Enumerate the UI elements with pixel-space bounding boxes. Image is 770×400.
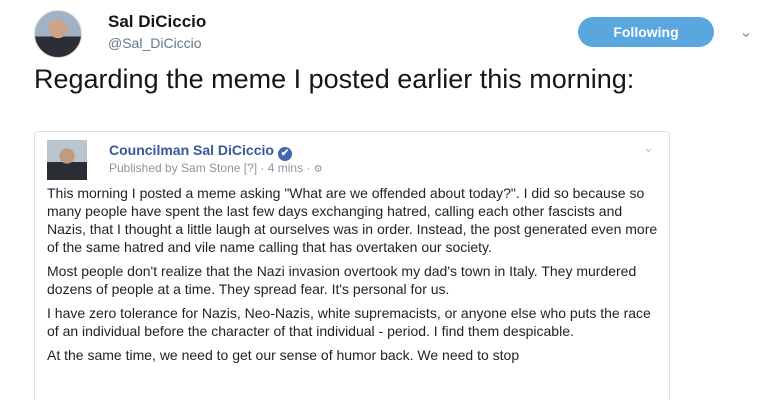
- user-name[interactable]: Sal DiCiccio: [108, 12, 206, 32]
- verified-badge-icon: ✔: [277, 147, 292, 161]
- user-handle[interactable]: @Sal_DiCiccio: [108, 35, 202, 51]
- tweet-text: Regarding the meme I posted earlier this…: [34, 64, 635, 94]
- following-button[interactable]: Following: [578, 17, 714, 47]
- post-paragraph: Most people don't realize that the Nazi …: [47, 263, 637, 297]
- chevron-down-icon[interactable]: ⌄: [736, 22, 756, 42]
- page-name-label[interactable]: Councilman Sal DiCiccio: [109, 142, 274, 158]
- post-paragraph: At the same time, we need to get our sen…: [47, 347, 520, 363]
- embedded-facebook-post: Councilman Sal DiCiccio ✔ Published by Sa…: [34, 131, 670, 400]
- post-meta: Published by Sam Stone [?] · 4 mins · ⚙: [109, 161, 323, 175]
- post-body: This morning I posted a meme asking "Wha…: [47, 184, 661, 370]
- page-avatar[interactable]: [47, 140, 87, 180]
- globe-icon: ⚙: [313, 164, 323, 175]
- post-paragraph: I have zero tolerance for Nazis, Neo-Naz…: [47, 305, 651, 339]
- post-meta-text: Published by Sam Stone [?] · 4 mins ·: [109, 161, 314, 175]
- post-options-chevron-icon[interactable]: ⌄: [643, 140, 654, 156]
- profile-avatar[interactable]: [34, 10, 82, 58]
- page-name[interactable]: Councilman Sal DiCiccio ✔: [109, 142, 292, 161]
- post-paragraph: This morning I posted a meme asking "Wha…: [47, 185, 658, 255]
